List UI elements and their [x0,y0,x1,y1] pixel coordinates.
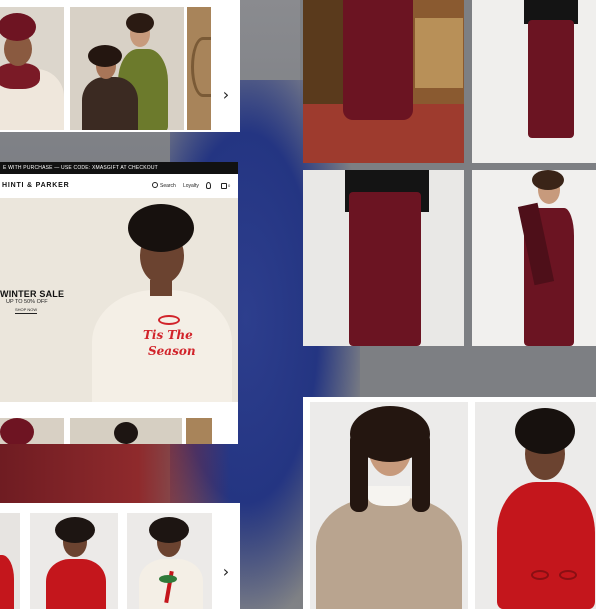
velvet-suit [343,0,413,120]
thumb-beanie[interactable] [0,418,64,444]
user-icon[interactable] [206,182,211,189]
product-photo-velvet-suit-bow-blouse[interactable] [472,170,596,346]
thumb-chair[interactable] [186,418,212,444]
product-photo-green-and-brown-knits[interactable] [70,7,184,130]
bow-graphic [158,315,180,325]
brand-logo[interactable]: HINTI & PARKER [2,182,69,189]
knitwear-carousel-panel: › [0,0,240,132]
bow-detail-2 [559,570,577,580]
thumb-knits[interactable] [70,418,182,444]
product-photo-red-bow-cardigan[interactable] [475,402,596,609]
bow-detail [531,570,549,580]
chevron-right-icon: › [222,84,230,104]
red-bow-cardigan [497,482,595,609]
shop-now-link[interactable]: SHOP NOW [15,307,38,314]
background-red-blur [0,440,230,510]
sweater-print-line1: Tis The [143,328,193,342]
chevron-right-icon: › [222,561,230,581]
product-photo-velvet-trousers-closeup[interactable] [303,170,464,346]
sweater-print-line2: Season [148,344,196,358]
velvet-trousers-closeup [349,192,421,346]
promo-banner: E WITH PURCHASE — USE CODE: XMASGIFT AT … [0,162,238,174]
product-photo-candy-cane-sweater[interactable] [127,513,212,609]
cardigan-carousel-panel: › [0,503,240,609]
hero-title: WINTER SALE [0,289,65,299]
nav-search-link[interactable]: Search [160,183,176,189]
shopping-bag-icon[interactable] [221,183,227,189]
site-header: HINTI & PARKER Search Loyalty 0 [0,174,238,198]
velvet-trousers [528,20,574,138]
hero-subtitle: UP TO 50% OFF [6,299,48,305]
thumbnail-strip [0,402,238,444]
hero-model-hair [128,204,194,252]
carousel-next-button-bottom[interactable]: › [214,559,238,583]
product-photo-rattan-chair[interactable] [187,7,211,130]
white-collar [368,486,410,506]
product-photo-oatmeal-cardigan[interactable] [310,402,468,609]
nav-loyalty-link[interactable]: Loyalty [183,183,199,189]
product-photo-velvet-suit-room[interactable] [303,0,464,163]
oatmeal-cardigan [316,498,462,609]
search-icon[interactable] [152,182,158,188]
product-photo-velvet-trousers-black-top[interactable] [472,0,596,163]
cart-count: 0 [228,183,231,188]
carousel-next-button[interactable]: › [214,82,238,106]
product-photo-burgundy-beanie[interactable] [0,7,64,130]
product-photo-partial-red[interactable] [0,513,20,609]
product-photo-red-cardigan[interactable] [30,513,118,609]
